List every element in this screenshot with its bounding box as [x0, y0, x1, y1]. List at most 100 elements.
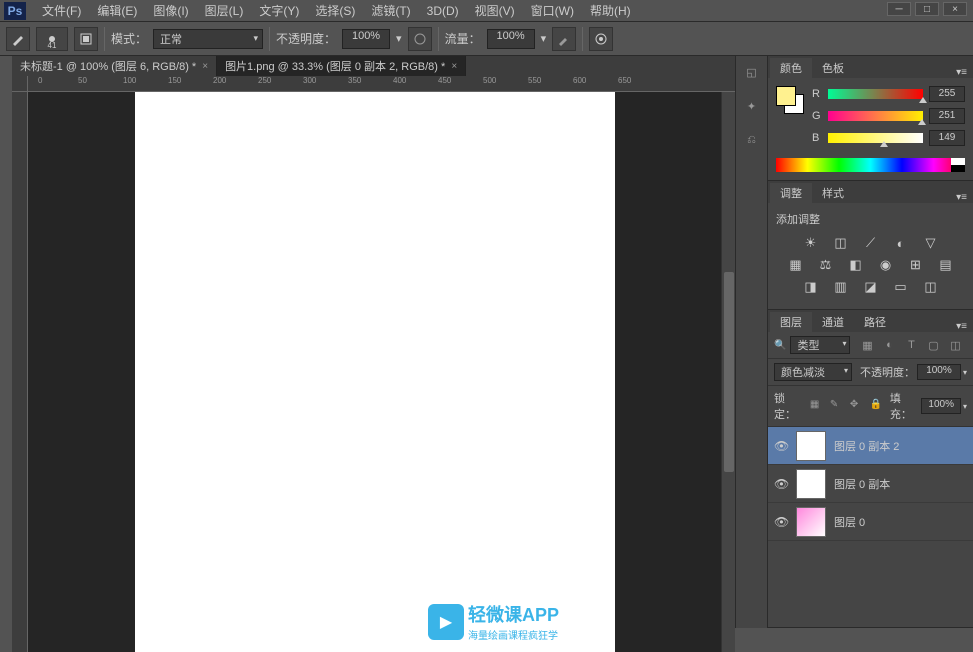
pressure-opacity-icon[interactable] — [408, 27, 432, 51]
menu-window[interactable]: 窗口(W) — [523, 2, 582, 19]
chevron-down-icon[interactable]: ▾ — [963, 368, 967, 377]
history-panel-icon[interactable]: ◱ — [742, 64, 762, 80]
vibrance-icon[interactable]: ▽ — [922, 235, 940, 251]
curves-icon[interactable]: ⟋ — [862, 235, 880, 251]
scrollbar-vertical[interactable] — [721, 92, 735, 652]
r-slider[interactable] — [828, 89, 923, 99]
filter-shape-icon[interactable]: ▢ — [926, 338, 940, 352]
layer-thumbnail[interactable] — [796, 469, 826, 499]
menu-file[interactable]: 文件(F) — [34, 2, 89, 19]
panel-menu-icon[interactable]: ▾≡ — [950, 192, 973, 203]
lock-position-icon[interactable]: ✥ — [850, 399, 864, 413]
minimize-button[interactable]: ─ — [887, 2, 911, 16]
layer-blend-mode-dropdown[interactable]: 颜色减淡 — [774, 363, 852, 381]
brush-tool-icon[interactable] — [6, 27, 30, 51]
selective-color-icon[interactable]: ◫ — [922, 279, 940, 295]
document-tab[interactable]: 图片1.png @ 33.3% (图层 0 副本 2, RGB/8) * × — [217, 56, 466, 76]
ruler-origin[interactable] — [12, 76, 28, 92]
menu-select[interactable]: 选择(S) — [307, 2, 363, 19]
search-icon[interactable]: 🔍 — [774, 340, 786, 351]
levels-icon[interactable]: ◫ — [832, 235, 850, 251]
brush-panel-toggle-icon[interactable] — [74, 27, 98, 51]
filter-type-icon[interactable]: T — [904, 338, 918, 352]
layer-name-label[interactable]: 图层 0 副本 2 — [834, 438, 899, 454]
menu-help[interactable]: 帮助(H) — [582, 2, 639, 19]
menu-view[interactable]: 视图(V) — [467, 2, 523, 19]
g-value-input[interactable]: 251 — [929, 108, 965, 124]
color-spectrum[interactable] — [776, 158, 965, 172]
lock-all-icon[interactable]: 🔒 — [870, 399, 884, 413]
fill-input[interactable]: 100% — [921, 398, 961, 414]
foreground-background-swatch[interactable] — [776, 86, 804, 114]
canvas[interactable] — [135, 92, 615, 652]
tab-color[interactable]: 颜色 — [770, 58, 812, 78]
tab-channels[interactable]: 通道 — [812, 312, 854, 332]
blend-mode-dropdown[interactable]: 正常 — [153, 29, 263, 49]
tab-swatches[interactable]: 色板 — [812, 58, 854, 78]
layer-item[interactable]: 👁 图层 0 副本 — [768, 465, 973, 503]
chevron-down-icon[interactable]: ▾ — [963, 402, 967, 411]
filter-adjustment-icon[interactable]: ◐ — [882, 338, 896, 352]
visibility-icon[interactable]: 👁 — [774, 439, 788, 453]
flow-dropdown-icon[interactable]: ▾ — [541, 32, 547, 45]
filter-pixel-icon[interactable]: ▦ — [860, 338, 874, 352]
tab-styles[interactable]: 样式 — [812, 183, 854, 203]
layer-item[interactable]: 👁 图层 0 副本 2 — [768, 427, 973, 465]
bw-icon[interactable]: ◧ — [847, 257, 865, 273]
balance-icon[interactable]: ⚖ — [817, 257, 835, 273]
brush-preset-picker[interactable]: 41 — [36, 27, 68, 51]
lookup-icon[interactable]: ▤ — [937, 257, 955, 273]
layer-name-label[interactable]: 图层 0 — [834, 514, 865, 530]
layer-thumbnail[interactable] — [796, 431, 826, 461]
threshold-icon[interactable]: ◪ — [862, 279, 880, 295]
layer-thumbnail[interactable] — [796, 507, 826, 537]
maximize-button[interactable]: □ — [915, 2, 939, 16]
gradient-map-icon[interactable]: ▭ — [892, 279, 910, 295]
exposure-icon[interactable]: ◐ — [892, 235, 910, 251]
airbrush-icon[interactable] — [552, 27, 576, 51]
visibility-icon[interactable]: 👁 — [774, 515, 788, 529]
opacity-dropdown-icon[interactable]: ▾ — [396, 32, 402, 45]
panel-menu-icon[interactable]: ▾≡ — [950, 321, 973, 332]
tab-layers[interactable]: 图层 — [770, 312, 812, 332]
menu-filter[interactable]: 滤镜(T) — [363, 2, 418, 19]
brightness-icon[interactable]: ☀ — [802, 235, 820, 251]
close-button[interactable]: × — [943, 2, 967, 16]
document-tab[interactable]: 未标题-1 @ 100% (图层 6, RGB/8) * × — [12, 56, 217, 76]
g-slider[interactable] — [828, 111, 923, 121]
close-icon[interactable]: × — [202, 61, 208, 72]
invert-icon[interactable]: ◨ — [802, 279, 820, 295]
ruler-horizontal[interactable]: 0 50 100 150 200 250 300 350 400 450 500… — [28, 76, 735, 92]
channel-mixer-icon[interactable]: ⊞ — [907, 257, 925, 273]
menu-type[interactable]: 文字(Y) — [251, 2, 307, 19]
clone-panel-icon[interactable]: ⎌ — [742, 132, 762, 148]
scrollbar-thumb[interactable] — [724, 272, 734, 472]
layer-opacity-input[interactable]: 100% — [917, 364, 961, 380]
lock-pixels-icon[interactable]: ✎ — [830, 399, 844, 413]
b-value-input[interactable]: 149 — [929, 130, 965, 146]
filter-smart-icon[interactable]: ◫ — [948, 338, 962, 352]
menu-image[interactable]: 图像(I) — [145, 2, 196, 19]
layer-name-label[interactable]: 图层 0 副本 — [834, 476, 890, 492]
visibility-icon[interactable]: 👁 — [774, 477, 788, 491]
lock-transparency-icon[interactable]: ▦ — [810, 399, 824, 413]
menu-edit[interactable]: 编辑(E) — [89, 2, 145, 19]
hue-icon[interactable]: ▦ — [787, 257, 805, 273]
brushes-panel-icon[interactable]: ✦ — [742, 98, 762, 114]
layer-item[interactable]: 👁 图层 0 — [768, 503, 973, 541]
flow-input[interactable]: 100% — [487, 29, 535, 49]
menu-layer[interactable]: 图层(L) — [197, 2, 252, 19]
canvas-viewport[interactable]: ▶ 轻微课APP 海量绘画课程疯狂学 — [28, 92, 721, 652]
tab-adjustments[interactable]: 调整 — [770, 183, 812, 203]
panel-menu-icon[interactable]: ▾≡ — [950, 67, 973, 78]
close-icon[interactable]: × — [451, 61, 457, 72]
photo-filter-icon[interactable]: ◉ — [877, 257, 895, 273]
posterize-icon[interactable]: ▥ — [832, 279, 850, 295]
r-value-input[interactable]: 255 — [929, 86, 965, 102]
ruler-vertical[interactable] — [12, 92, 28, 652]
pressure-size-icon[interactable] — [589, 27, 613, 51]
b-slider[interactable] — [828, 133, 923, 143]
menu-3d[interactable]: 3D(D) — [419, 4, 467, 18]
tab-paths[interactable]: 路径 — [854, 312, 896, 332]
layer-filter-dropdown[interactable]: 类型 — [790, 336, 850, 354]
